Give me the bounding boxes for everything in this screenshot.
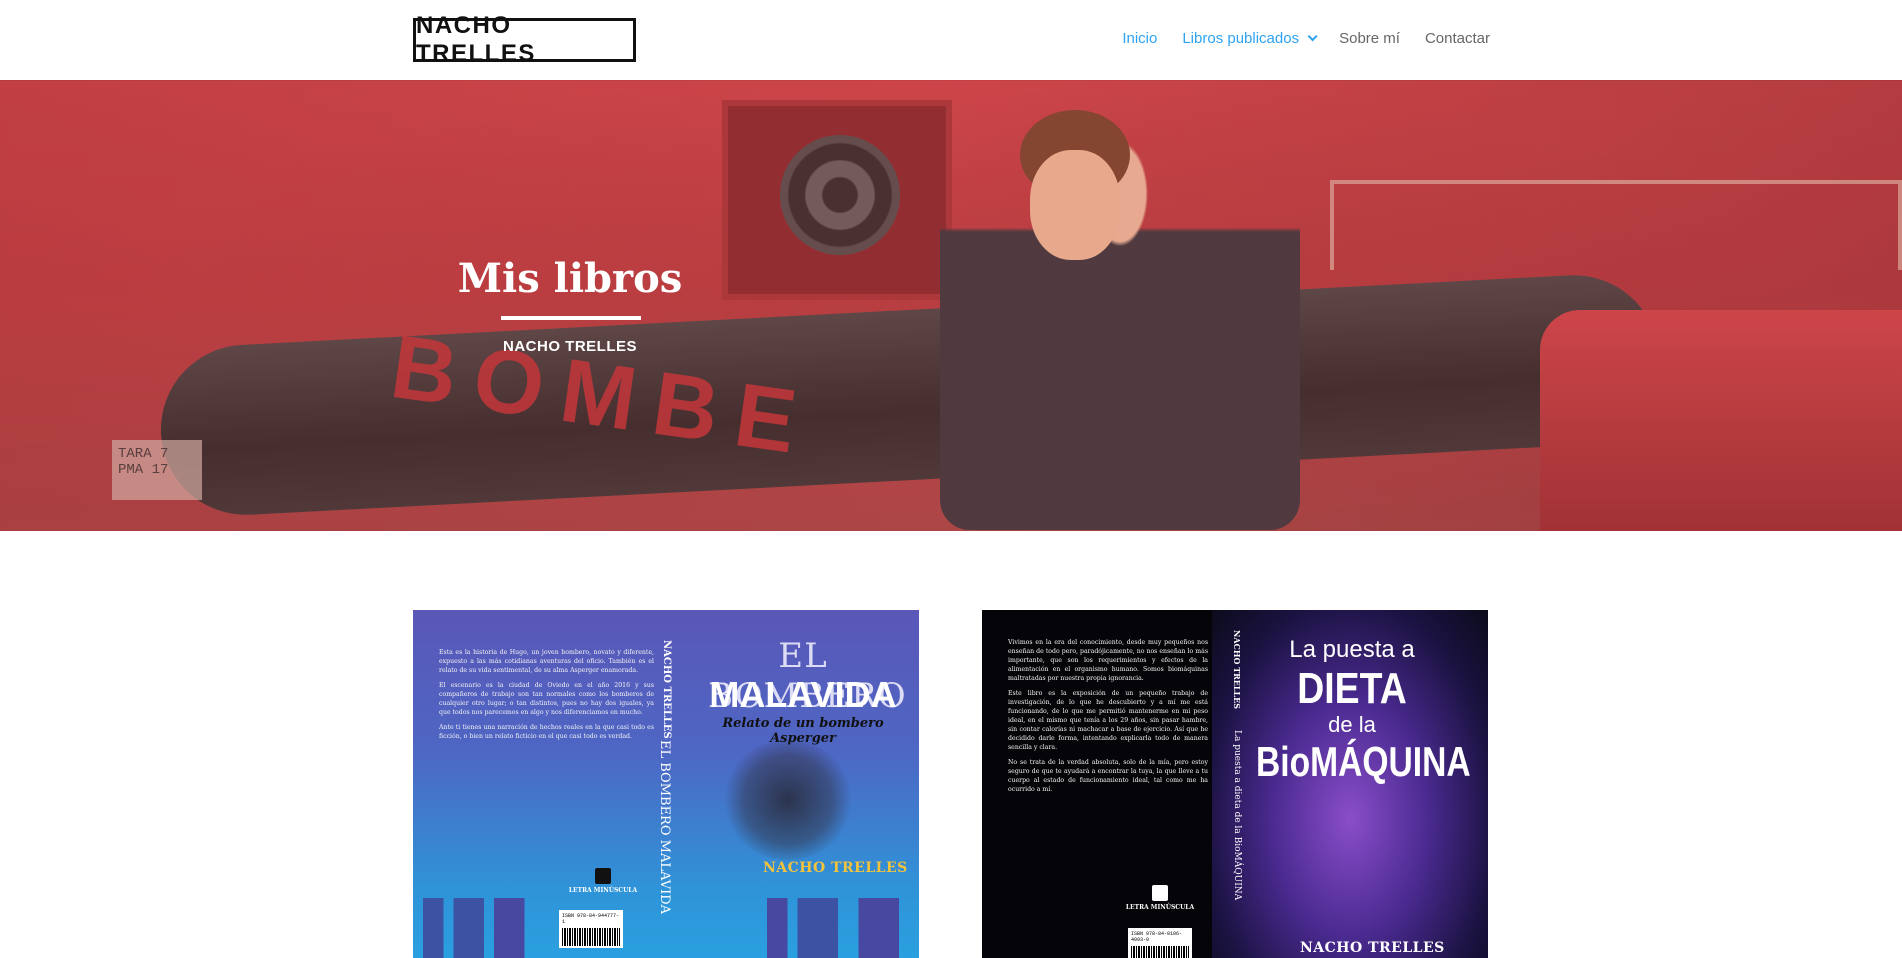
hero-overlay [0, 80, 1902, 531]
isbn-text: ISBN 978-84-944777-1 [562, 913, 620, 925]
book-author: NACHO TRELLES [763, 860, 908, 876]
main-nav: Inicio Libros publicados Sobre mí Contac… [1122, 30, 1490, 47]
isbn-text: ISBN 978-84-0106-4093-0 [1131, 931, 1183, 943]
book-author: NACHO TRELLES [1300, 940, 1445, 956]
back-paragraph: Ante ti tienes una narración de hechos r… [439, 724, 654, 740]
site-logo[interactable]: NACHO TRELLES [413, 12, 636, 67]
nav-item-label: Libros publicados [1182, 30, 1300, 47]
back-cover-text: Vivimos en la era del conocimiento, desd… [1008, 638, 1208, 794]
typewriter-icon [595, 868, 611, 884]
back-cover-text: Esta es la historia de Hugo, un joven bo… [439, 648, 654, 741]
book-title-line3: de la [1328, 712, 1376, 737]
spine-author: NACHO TRELLES [661, 640, 672, 739]
site-header: NACHO TRELLES Inicio Libros publicados S… [0, 0, 1902, 80]
book-title-line1: La puesta a [1289, 636, 1415, 663]
barcode-bars [562, 928, 620, 946]
hero-title: Mis libros [457, 255, 683, 302]
publisher-name: LETRA MINÚSCULA [1125, 904, 1195, 911]
spine-title: EL BOMBERO MALAVIDA [657, 740, 672, 915]
typewriter-icon [1152, 885, 1168, 901]
barcode: ISBN 978-84-944777-1 [559, 910, 623, 948]
publisher-logo: LETRA MINÚSCULA [1120, 885, 1200, 911]
nav-item-inicio[interactable]: Inicio [1122, 30, 1157, 47]
book-title-line4: BioMÁQUINA [1256, 738, 1471, 785]
back-paragraph: No se trata de la verdad absoluta, solo … [1008, 759, 1208, 793]
hero-banner: BOMBE TARA 7 PMA 17 Mis libros NACHO TRE… [0, 80, 1902, 531]
chevron-down-icon [1307, 31, 1318, 42]
spine-title: La puesta a dieta de la BioMÁQUINA [1232, 730, 1242, 901]
back-paragraph: Este libro es la exposición de un pequeñ… [1008, 690, 1208, 751]
book-title-line2: DIETA [1297, 664, 1407, 713]
publisher-logo: LETRA MINÚSCULA [563, 868, 643, 894]
hero-divider [501, 316, 641, 320]
publisher-name: LETRA MINÚSCULA [568, 887, 638, 894]
hero-subtitle: NACHO TRELLES [503, 338, 637, 355]
barcode: ISBN 978-84-0106-4093-0 [1128, 928, 1192, 958]
nav-item-contactar[interactable]: Contactar [1425, 30, 1490, 47]
back-paragraph: Vivimos en la era del conocimiento, desd… [1008, 639, 1208, 682]
nav-item-libros-publicados[interactable]: Libros publicados [1182, 30, 1318, 47]
book-cover-la-puesta-a-dieta[interactable]: Vivimos en la era del conocimiento, desd… [982, 610, 1488, 958]
book-cover-el-bombero-malavida[interactable]: Esta es la historia de Hugo, un joven bo… [413, 610, 919, 958]
spine-author: NACHO TRELLES [1232, 630, 1242, 710]
city-skyline-illustration [413, 898, 919, 958]
back-paragraph: Esta es la historia de Hugo, un joven bo… [439, 649, 654, 674]
book-title-line2: MALAVIDA [709, 674, 897, 715]
barcode-bars [1131, 946, 1189, 958]
nav-item-sobre-mi[interactable]: Sobre mí [1339, 30, 1400, 47]
back-paragraph: El escenario es la ciudad de Oviedo en e… [439, 682, 654, 716]
smoke-illustration [723, 740, 853, 860]
